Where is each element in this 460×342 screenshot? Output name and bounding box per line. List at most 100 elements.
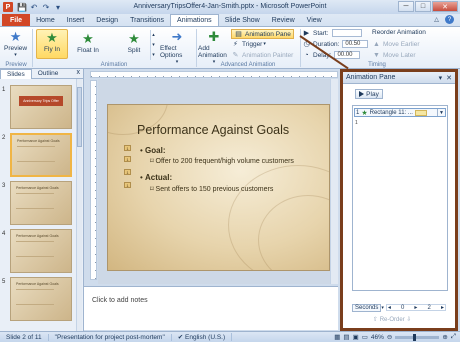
slide-thumbnail-1[interactable]: Anniversary Trips Offer (10, 85, 72, 129)
move-earlier-button[interactable]: ▲ Move Earlier (372, 40, 419, 48)
thumb-number: 2 (2, 135, 6, 141)
scale-end-icon[interactable]: ▸ (441, 304, 444, 311)
zoom-in-icon[interactable]: ⊕ (442, 333, 447, 341)
animation-split[interactable]: ★ Split (120, 31, 148, 54)
start-dropdown[interactable] (331, 29, 362, 37)
animation-marker[interactable]: 1 (124, 169, 131, 175)
zoom-slider-thumb[interactable] (413, 333, 417, 341)
effect-options-button[interactable]: ➜ Effect Options ▾ (160, 29, 194, 65)
slide-canvas[interactable]: Performance Against Goals 1 1 1 1 • Goal… (107, 104, 330, 271)
redo-icon[interactable]: ↷ (41, 2, 51, 12)
reorder-down-icon[interactable]: ⇩ (406, 317, 411, 323)
zoom-level[interactable]: 46% (371, 334, 384, 341)
trigger-dropdown-icon: ▾ (263, 41, 266, 47)
tab-outline[interactable]: Outline (32, 69, 65, 79)
help-icon[interactable]: ? (445, 15, 454, 24)
add-animation-button[interactable]: ✚ Add Animation ▾ (198, 29, 230, 65)
animation-fly-in[interactable]: ★ Fly In (36, 29, 68, 59)
goal-bullet[interactable]: • Goal: (140, 146, 165, 155)
animation-pane-header: Animation Pane ▾ ✕ (343, 72, 455, 84)
slide-thumbnail-4[interactable]: Performance Against Goals (10, 229, 72, 273)
window-title: AnniversaryTripsOffer4-Jan-Smith.pptx - … (133, 3, 327, 10)
slides-panel-tabs: Slides Outline x (0, 69, 83, 79)
tab-view[interactable]: View (301, 14, 328, 26)
seconds-dropdown[interactable]: Seconds (352, 303, 382, 312)
slide-thumbnail-2[interactable]: Performance Against Goals (10, 133, 72, 177)
timing-bar (414, 109, 427, 116)
tab-slide-show[interactable]: Slide Show (219, 14, 266, 26)
effect-options-arrow-icon: ➜ (171, 29, 183, 44)
save-icon[interactable]: 💾 (17, 2, 27, 12)
seconds-dropdown-icon[interactable]: ▾ (381, 305, 384, 311)
preview-button[interactable]: ★ Preview ▾ (4, 29, 27, 58)
powerpoint-icon[interactable]: P (3, 2, 13, 12)
actual-text-item[interactable]: ⌑ Sent offers to 150 previous customers (150, 185, 273, 193)
add-animation-star-icon: ✚ (208, 29, 220, 44)
preview-star-icon: ★ (9, 29, 22, 44)
entrance-star-icon: ★ (361, 109, 368, 117)
trigger-button[interactable]: ⚡ Trigger ▾ (231, 40, 266, 49)
animation-item-label: Rectangle 11: ... (369, 109, 413, 116)
reading-view-icon[interactable]: ▣ (353, 333, 359, 341)
slide-sorter-icon[interactable]: ▤ (343, 333, 349, 341)
gallery-scroll[interactable]: ▴ ▾ ▾ (150, 30, 156, 60)
minimize-button[interactable]: ─ (398, 1, 414, 12)
undo-icon[interactable]: ↶ (29, 2, 39, 12)
animation-pane-button[interactable]: ▤ Animation Pane (231, 29, 294, 39)
tab-design[interactable]: Design (90, 14, 124, 26)
slideshow-icon[interactable]: ▭ (362, 333, 368, 341)
scroll-thumb[interactable] (77, 87, 82, 147)
animation-item-number: 1 (356, 109, 360, 116)
pane-close-icon[interactable]: ✕ (446, 74, 452, 82)
add-animation-label: Add Animation (198, 45, 227, 59)
zoom-slider[interactable] (395, 333, 440, 341)
slides-scrollbar[interactable] (76, 79, 82, 331)
actual-bullet[interactable]: • Actual: (140, 173, 172, 182)
animation-painter-button[interactable]: ✎ Animation Painter (231, 51, 294, 60)
minimize-ribbon-icon[interactable]: △ (432, 15, 441, 24)
tab-animations[interactable]: Animations (170, 14, 219, 26)
animation-pane-label: Animation Pane (245, 30, 291, 38)
duration-field[interactable]: 00.50 (342, 40, 369, 48)
scale-start-icon[interactable]: ◂ (388, 304, 391, 311)
normal-view-icon[interactable]: ▦ (334, 333, 340, 341)
item-dropdown-icon[interactable]: ▼ (437, 109, 445, 116)
close-panel-icon[interactable]: x (77, 69, 84, 78)
delay-field[interactable]: 00.00 (334, 51, 361, 59)
move-later-button[interactable]: ▼ Move Later (372, 51, 416, 59)
tab-home[interactable]: Home (30, 14, 61, 26)
slide-thumbnail-5[interactable]: Performance Against Goals (10, 277, 72, 321)
goal-text-item[interactable]: ⌑ Offer to 200 frequent/high volume cust… (150, 157, 294, 165)
pane-dropdown-icon[interactable]: ▾ (439, 74, 443, 82)
play-button[interactable]: Play (355, 89, 383, 99)
fit-to-window-icon[interactable]: ⤢ (451, 333, 456, 341)
reorder-controls[interactable]: ⇧ Re-Order ⇩ (373, 316, 411, 323)
split-label: Split (127, 47, 141, 54)
notes-pane[interactable]: Click to add notes (84, 286, 338, 330)
tab-insert[interactable]: Insert (61, 14, 91, 26)
tab-file[interactable]: File (2, 14, 31, 26)
reorder-up-icon[interactable]: ⇧ (373, 317, 378, 323)
tab-slides[interactable]: Slides (0, 69, 32, 79)
animation-marker[interactable]: 1 (124, 145, 131, 151)
tab-transitions[interactable]: Transitions (124, 14, 170, 26)
zoom-out-icon[interactable]: ⊖ (387, 333, 392, 341)
delay-icon: ◔ (304, 51, 309, 59)
maximize-button[interactable]: □ (415, 1, 431, 12)
close-button[interactable]: ✕ (432, 1, 458, 12)
slide-title[interactable]: Performance Against Goals (137, 123, 289, 137)
slide-thumbnail-3[interactable]: Performance Against Goals (10, 181, 72, 225)
animation-marker[interactable]: 1 (124, 156, 131, 162)
customize-icon[interactable]: ▾ (53, 2, 63, 12)
group-label-timing: Timing (368, 62, 386, 68)
tab-review[interactable]: Review (266, 14, 301, 26)
animation-marker[interactable]: 1 (124, 182, 131, 188)
group-divider (32, 29, 33, 67)
slide-scrollbar[interactable] (330, 79, 338, 284)
goal-label: Goal: (145, 146, 166, 155)
animation-item[interactable]: 1 ★ Rectangle 11: ... ▼ (354, 108, 446, 117)
group-label-preview: Preview (5, 62, 27, 68)
start-control[interactable]: ▶ Start: (302, 29, 362, 37)
animation-float-in[interactable]: ★ Float In (71, 31, 105, 54)
language-status[interactable]: ✔ English (U.S.) (172, 333, 233, 341)
